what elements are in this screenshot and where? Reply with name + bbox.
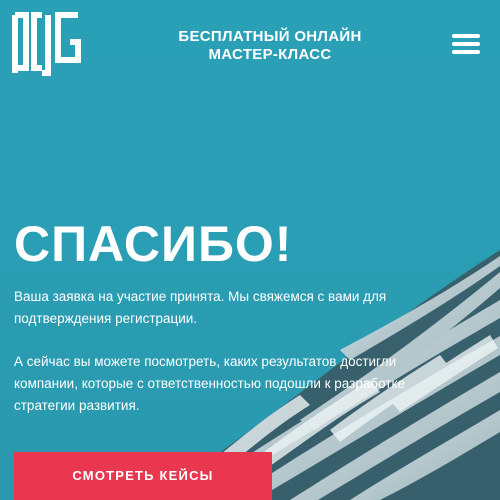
page-title: СПАСИБО! (14, 216, 293, 272)
menu-bar (452, 50, 480, 54)
menu-bar (452, 34, 480, 38)
header-title-line1: БЕСПЛАТНЫЙ ОНЛАЙН (178, 28, 362, 45)
dg-logo-icon[interactable] (12, 12, 82, 76)
confirmation-text: Ваша заявка на участие принята. Мы свяже… (14, 289, 387, 326)
site-header: БЕСПЛАТНЫЙ ОНЛАЙН МАСТЕР-КЛАСС (0, 0, 500, 80)
header-title-line2: МАСТЕР-КЛАСС (208, 46, 332, 63)
cases-intro-text: А сейчас вы можете посмотреть, каких рез… (14, 354, 406, 413)
header-title: БЕСПЛАТНЫЙ ОНЛАЙН МАСТЕР-КЛАСС (150, 28, 390, 64)
page: БЕСПЛАТНЫЙ ОНЛАЙН МАСТЕР-КЛАСС СПАСИБО! … (0, 0, 500, 500)
menu-bar (452, 42, 480, 46)
view-cases-button[interactable]: СМОТРЕТЬ КЕЙСЫ (14, 452, 272, 500)
hamburger-menu-icon[interactable] (452, 33, 480, 55)
